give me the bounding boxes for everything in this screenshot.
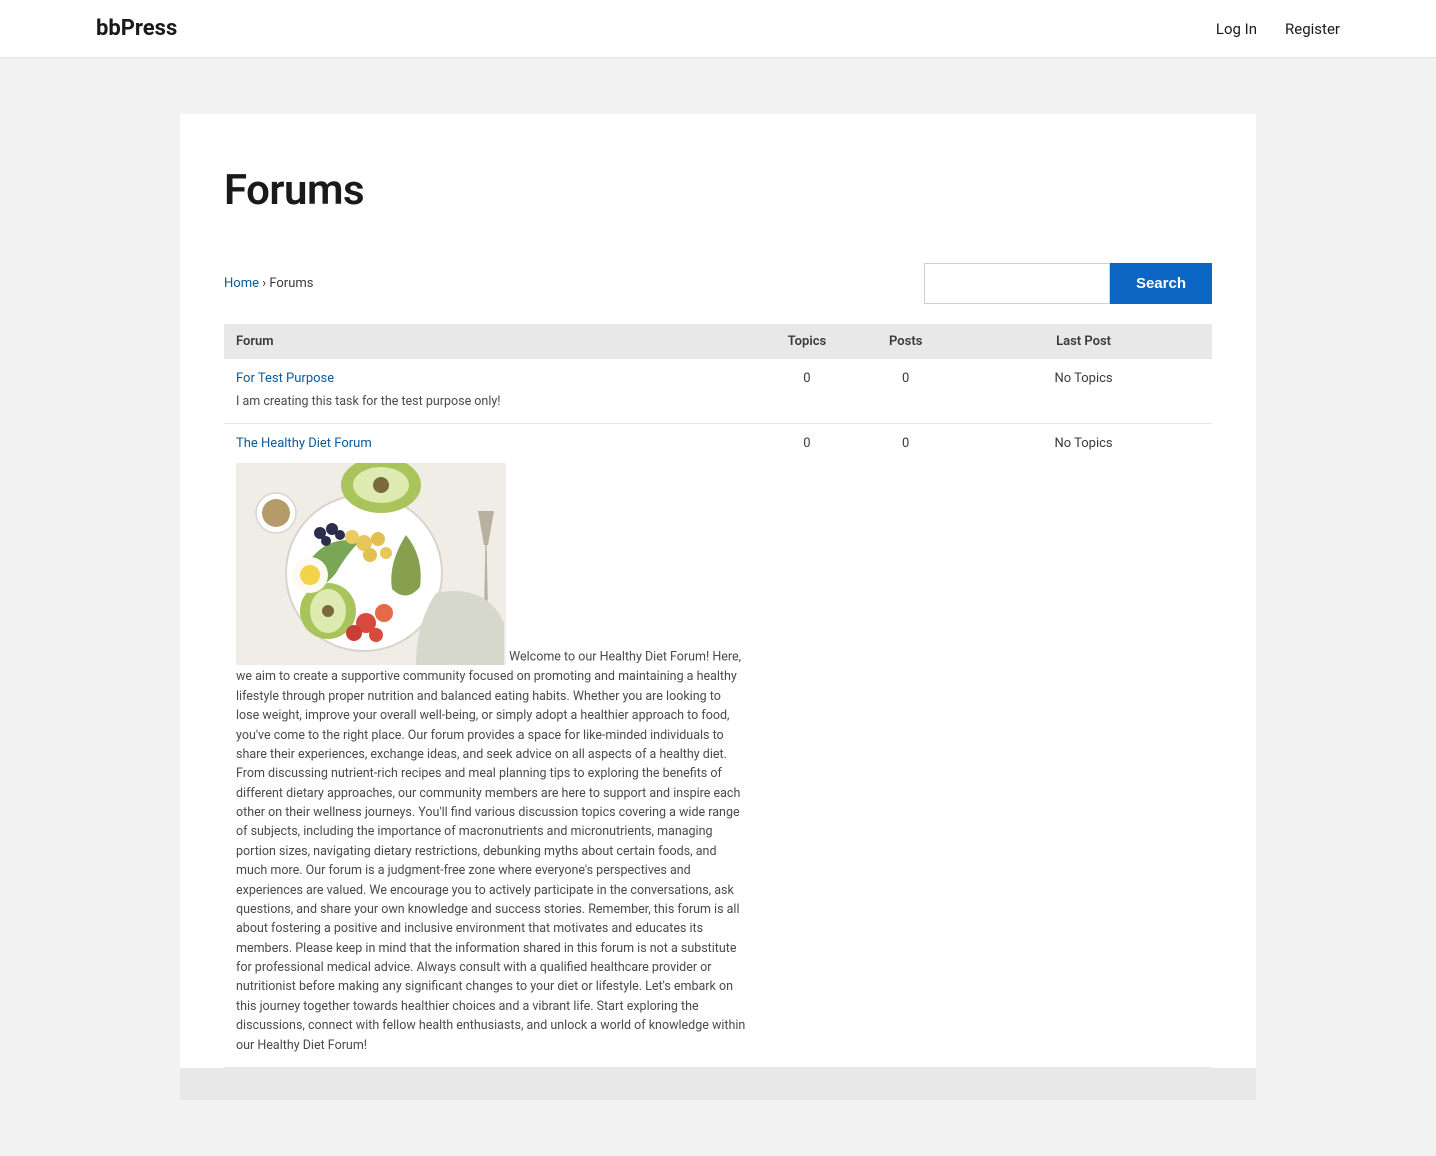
table-header-row: Forum Topics Posts Last Post [224, 324, 1212, 359]
site-title[interactable]: bbPress [96, 16, 177, 41]
site-header: bbPress Log In Register [0, 0, 1436, 58]
page-title: Forums [224, 166, 1212, 215]
cell-last-post: No Topics [955, 424, 1212, 1068]
content-card: Forums Home › Forums Search Forum Topics… [180, 114, 1256, 1100]
cell-forum: The Healthy Diet Forum [224, 424, 758, 1068]
search-input[interactable] [924, 263, 1110, 304]
th-topics: Topics [758, 324, 857, 359]
breadcrumb: Home › Forums [224, 276, 314, 291]
table-row: For Test Purpose I am creating this task… [224, 359, 1212, 424]
breadcrumb-current: Forums [269, 276, 313, 291]
nav: Log In Register [1216, 20, 1340, 38]
th-last-post: Last Post [955, 324, 1212, 359]
healthy-bowl-image-icon [236, 463, 506, 665]
cell-posts: 0 [856, 424, 955, 1068]
forum-title: The Healthy Diet Forum [236, 436, 746, 451]
table-row: The Healthy Diet Forum [224, 424, 1212, 1068]
forum-title-link[interactable]: For Test Purpose [236, 371, 334, 386]
forum-title: For Test Purpose [236, 371, 746, 386]
forum-desc-rest: a supportive community focused on promot… [236, 669, 745, 1052]
th-posts: Posts [856, 324, 955, 359]
table-footer-bar [180, 1068, 1256, 1100]
cell-posts: 0 [856, 359, 955, 424]
forum-table: Forum Topics Posts Last Post For Test Pu… [224, 324, 1212, 1068]
th-forum: Forum [224, 324, 758, 359]
breadcrumb-search-row: Home › Forums Search [224, 263, 1212, 304]
header-inner: bbPress Log In Register [0, 16, 1436, 41]
forum-title-link[interactable]: The Healthy Diet Forum [236, 436, 372, 451]
cell-forum: For Test Purpose I am creating this task… [224, 359, 758, 424]
forum-description: Welcome to our Healthy Diet Forum! Here,… [236, 457, 746, 1055]
breadcrumb-sep: › [259, 276, 269, 291]
breadcrumb-home-link[interactable]: Home [224, 276, 259, 291]
content-inner: Forums Home › Forums Search Forum Topics… [180, 114, 1256, 1068]
forum-image [236, 463, 506, 665]
cell-topics: 0 [758, 424, 857, 1068]
cell-last-post: No Topics [955, 359, 1212, 424]
search-button[interactable]: Search [1110, 263, 1212, 304]
page-background: Forums Home › Forums Search Forum Topics… [0, 58, 1436, 1156]
nav-register-link[interactable]: Register [1285, 20, 1340, 38]
nav-login-link[interactable]: Log In [1216, 20, 1257, 38]
cell-topics: 0 [758, 359, 857, 424]
forum-description: I am creating this task for the test pur… [236, 392, 746, 411]
search-block: Search [924, 263, 1212, 304]
